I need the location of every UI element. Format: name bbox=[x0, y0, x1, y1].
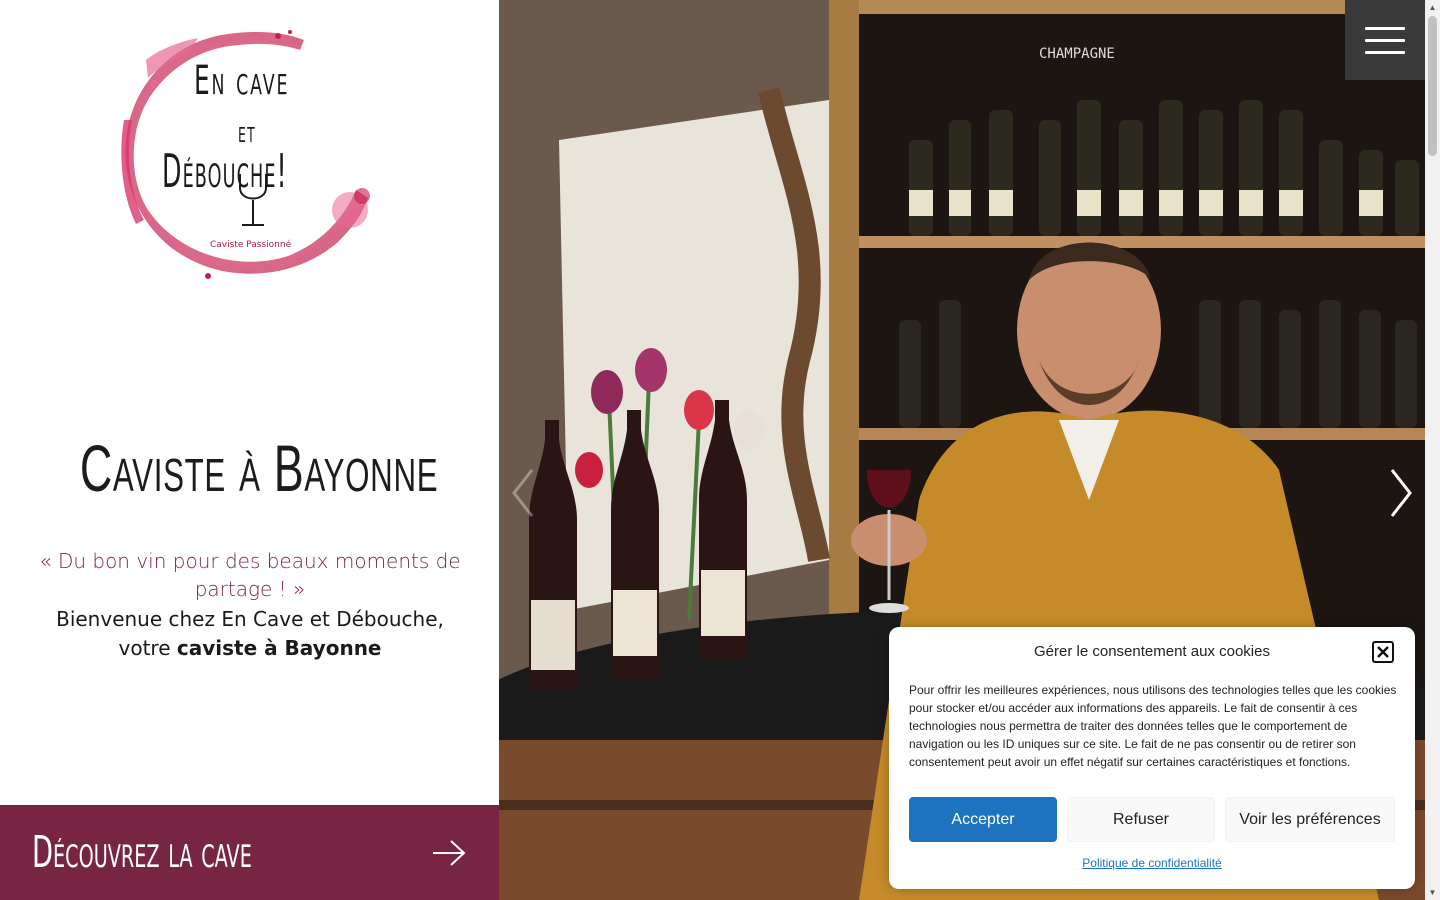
logo-line-1: En cave bbox=[194, 58, 290, 104]
slider-next-arrow-icon[interactable] bbox=[1386, 466, 1416, 520]
accept-cookies-button[interactable]: Accepter bbox=[909, 797, 1057, 842]
logo-tagline: Caviste Passionné bbox=[210, 240, 292, 250]
cookie-close-button[interactable] bbox=[1372, 641, 1394, 663]
cookie-body: Pour offrir les meilleures expériences, … bbox=[909, 683, 1397, 769]
refuse-cookies-button[interactable]: Refuser bbox=[1067, 797, 1215, 842]
close-icon bbox=[1377, 646, 1389, 658]
logo[interactable]: En cave et Débouche! Caviste Passionné bbox=[118, 20, 380, 282]
cookie-consent-dialog: Gérer le consentement aux cookies Pour o… bbox=[889, 627, 1415, 889]
arrow-right-icon bbox=[433, 839, 466, 866]
hamburger-icon-bar bbox=[1365, 50, 1405, 54]
cookie-title: Gérer le consentement aux cookies bbox=[1034, 643, 1270, 660]
logo-text: En cave et Débouche! Caviste Passionné bbox=[118, 20, 380, 282]
welcome-prefix: votre bbox=[118, 636, 177, 660]
welcome-strong: caviste à Bayonne bbox=[176, 636, 382, 660]
welcome-line-1: Bienvenue chez En Cave et Débouche, bbox=[56, 607, 444, 631]
hamburger-icon-bar bbox=[1365, 38, 1405, 42]
page-title: Caviste à Bayonne bbox=[79, 431, 439, 505]
cookie-buttons: Accepter Refuser Voir les préférences bbox=[909, 797, 1395, 842]
privacy-policy-link[interactable]: Politique de confidentialité bbox=[889, 856, 1415, 870]
shelf-label: CHAMPAGNE bbox=[1039, 46, 1115, 62]
cookie-preferences-button[interactable]: Voir les préférences bbox=[1225, 797, 1395, 842]
scroll-down-icon[interactable]: ▼ bbox=[1425, 885, 1440, 900]
welcome-text: Bienvenue chez En Cave et Débouche, votr… bbox=[20, 605, 480, 663]
slider-prev-arrow-icon[interactable] bbox=[508, 466, 538, 520]
logo-line-3: Débouche! bbox=[162, 144, 288, 198]
hamburger-menu-button[interactable] bbox=[1345, 0, 1425, 80]
scroll-thumb[interactable] bbox=[1428, 16, 1437, 156]
discover-cave-label: Découvrez la cave bbox=[32, 827, 252, 878]
discover-cave-button[interactable]: Découvrez la cave bbox=[0, 805, 499, 900]
hamburger-icon-bar bbox=[1365, 26, 1405, 30]
scroll-up-icon[interactable]: ▲ bbox=[1425, 0, 1440, 15]
hero-quote: « Du bon vin pour des beaux moments de p… bbox=[39, 549, 461, 601]
page-scrollbar[interactable]: ▲ ▼ bbox=[1425, 0, 1440, 900]
left-panel: En cave et Débouche! Caviste Passionné C… bbox=[0, 0, 499, 900]
